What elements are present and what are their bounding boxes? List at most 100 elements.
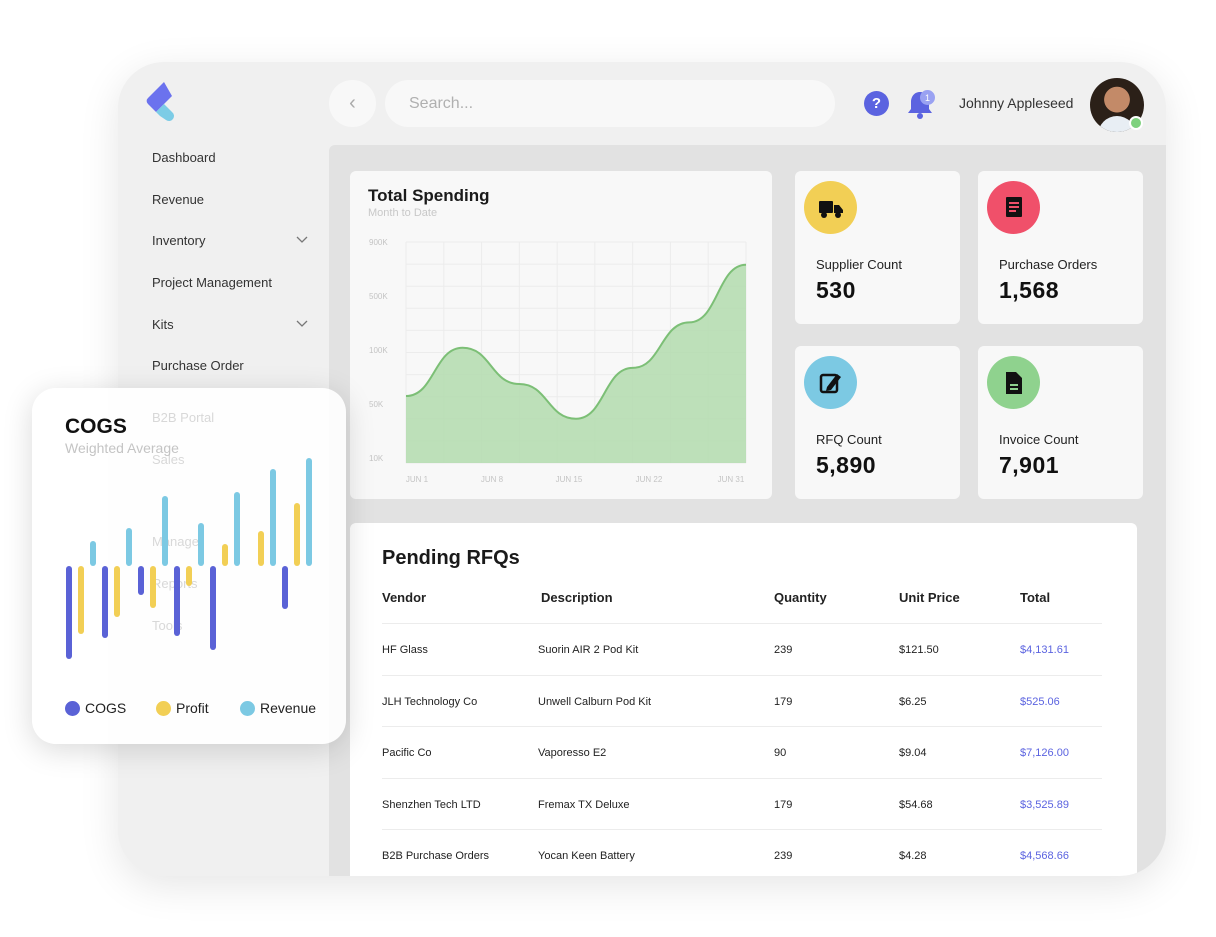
chevron-down-icon	[296, 236, 308, 243]
column-header[interactable]: Vendor	[382, 590, 426, 605]
table-cell: $4.28	[899, 850, 927, 862]
sidebar-item[interactable]: Project Management	[152, 269, 308, 295]
sidebar-item-label: Inventory	[152, 232, 206, 248]
y-tick-label: 500K	[369, 292, 388, 301]
search-input[interactable]	[385, 80, 835, 127]
legend-dot	[156, 700, 171, 716]
table-cell[interactable]: $7,126.00	[1020, 747, 1069, 759]
cogs-bar-profit	[294, 503, 300, 566]
x-tick-label: JUN 1	[406, 475, 429, 484]
table-cell: Shenzhen Tech LTD	[382, 798, 481, 811]
cogs-bar-profit	[78, 566, 84, 634]
stat-label: Supplier Count	[816, 257, 902, 272]
table-cell: JLH Technology Co	[382, 695, 478, 708]
column-header[interactable]: Quantity	[774, 590, 827, 605]
username[interactable]: Johnny Appleseed	[959, 95, 1073, 111]
cogs-bar-revenue	[306, 458, 312, 566]
cogs-bar-revenue	[270, 469, 276, 566]
legend-item[interactable]: Profit	[156, 700, 209, 716]
cogs-bar-revenue	[126, 528, 132, 566]
app-logo[interactable]	[144, 80, 178, 122]
legend-label: COGS	[85, 700, 127, 716]
sidebar-item-label: Purchase Order	[152, 357, 244, 373]
table-cell: 90	[774, 747, 787, 759]
y-tick-label: 900K	[369, 238, 388, 247]
table-cell: $9.04	[899, 747, 927, 759]
sidebar-item[interactable]: Purchase Order	[152, 352, 308, 378]
table-cell: Pacific Co	[382, 747, 432, 759]
sidebar-item[interactable]: Inventory	[152, 227, 308, 253]
legend-label: Revenue	[260, 700, 317, 716]
x-tick-label: JUN 31	[718, 475, 745, 484]
main-content: Total Spending Month to Date 900K 500K 100…	[329, 145, 1166, 876]
table-cell: $54.68	[899, 798, 933, 811]
cogs-bar-revenue	[162, 496, 168, 566]
stat-label: Invoice Count	[999, 432, 1079, 447]
rfq-title: Pending RFQs	[382, 547, 520, 569]
table-row[interactable]: JLH Technology Co Unwell Calburn Pod Kit 1…	[382, 674, 1102, 726]
table-row[interactable]: B2B Purchase Orders Yocan Keen Battery 239…	[382, 829, 1102, 876]
truck-icon	[818, 200, 843, 218]
edit-icon	[819, 373, 841, 393]
table-cell[interactable]: $4,568.66	[1020, 850, 1069, 862]
sidebar-item[interactable]: Revenue	[152, 186, 308, 212]
stat-card[interactable]: Purchase Orders 1,568	[978, 171, 1143, 324]
stat-icon-badge	[804, 356, 857, 409]
cogs-bar-profit	[222, 544, 228, 566]
notification-badge: 1	[920, 90, 935, 105]
table-cell: $6.25	[899, 695, 927, 708]
cogs-bar-profit	[186, 566, 192, 586]
table-row[interactable]: Pacific Co Vaporesso E2 90 $9.04 $7,126.00	[382, 726, 1102, 777]
cogs-bar-profit	[150, 566, 156, 608]
column-header[interactable]: Description	[541, 590, 613, 605]
x-tick-label: JUN 15	[556, 475, 583, 484]
area-fill	[406, 264, 746, 463]
help-icon[interactable]: ?	[864, 91, 889, 116]
cogs-bar-cogs	[282, 566, 288, 609]
table-cell: B2B Purchase Orders	[382, 850, 489, 862]
document-icon	[1005, 371, 1022, 394]
stat-card[interactable]: RFQ Count 5,890	[795, 346, 960, 499]
cogs-bar-profit	[114, 566, 120, 617]
stat-icon-badge	[804, 181, 857, 234]
table-cell: Vaporesso E2	[538, 747, 607, 759]
column-header[interactable]: Total	[1020, 590, 1050, 605]
stat-card[interactable]: Invoice Count 7,901	[978, 346, 1143, 499]
online-status-dot	[1129, 116, 1143, 130]
legend-item[interactable]: Revenue	[240, 700, 316, 716]
table-cell: Suorin AIR 2 Pod Kit	[538, 644, 639, 656]
cogs-bar-profit	[258, 531, 264, 566]
cogs-chart	[66, 458, 312, 659]
table-cell: Yocan Keen Battery	[538, 850, 635, 862]
table-row[interactable]: HF Glass Suorin AIR 2 Pod Kit 239 $121.50 $4…	[382, 623, 1102, 674]
sidebar-item[interactable]: Dashboard	[152, 144, 308, 170]
sidebar-item[interactable]: Kits	[152, 311, 308, 337]
legend-item[interactable]: COGS	[65, 700, 126, 716]
table-cell[interactable]: $4,131.61	[1020, 644, 1069, 656]
table-cell[interactable]: $3,525.89	[1020, 799, 1069, 811]
column-header[interactable]: Unit Price	[899, 590, 960, 605]
table-cell: HF Glass	[382, 644, 428, 656]
legend-dot	[240, 700, 255, 716]
table-cell: 239	[774, 644, 793, 656]
sidebar-item-label: Project Management	[152, 274, 272, 290]
sidebar-item-label: Kits	[152, 316, 174, 332]
cogs-bar-cogs	[66, 566, 72, 659]
spending-chart: 900K 500K 100K 50K 10K JUN 1 JUN 8 JUN 15 JUN 22…	[369, 238, 747, 484]
table-cell: 239	[774, 850, 793, 862]
stat-value: 1,568	[999, 277, 1060, 303]
receipt-icon	[1005, 196, 1022, 217]
table-row[interactable]: Shenzhen Tech LTD Fremax TX Deluxe 179 $54.…	[382, 777, 1102, 829]
stat-value: 7,901	[999, 452, 1060, 478]
y-tick-label: 100K	[369, 346, 388, 355]
cogs-card: B2B PortalSalesManageReportsTools COGS W…	[32, 388, 346, 744]
table-cell: 179	[774, 695, 793, 708]
y-tick-label: 50K	[369, 400, 384, 409]
stat-card[interactable]: Supplier Count 530	[795, 171, 960, 324]
y-tick-label: 10K	[369, 454, 384, 463]
chevron-left-icon: ‹	[349, 92, 356, 114]
legend-dot	[65, 700, 80, 716]
table-cell: $121.50	[899, 644, 939, 656]
back-button[interactable]: ‹	[329, 80, 376, 127]
table-cell[interactable]: $525.06	[1020, 696, 1060, 708]
